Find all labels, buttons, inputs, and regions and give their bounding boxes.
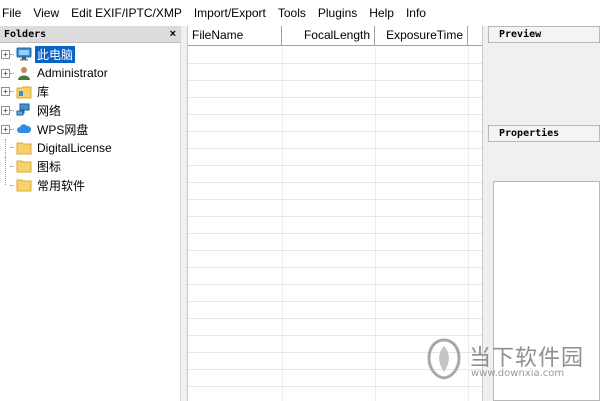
menu-edit-exif[interactable]: Edit EXIF/IPTC/XMP	[65, 0, 188, 26]
folder-tree: + 此电脑 + Administrator + 库 + 网络 + WPS网盘 D…	[0, 43, 180, 195]
folders-panel: Folders × + 此电脑 + Administrator + 库 + 网络…	[0, 26, 181, 401]
column-header-filename[interactable]: FileName	[188, 26, 282, 46]
expand-icon[interactable]: +	[1, 124, 10, 134]
tree-item-library[interactable]: + 库	[0, 82, 180, 101]
computer-icon	[16, 47, 32, 61]
watermark-url: www.downxia.com	[471, 368, 565, 379]
tree-item-icons[interactable]: 图标	[0, 157, 180, 176]
watermark: 当下软件园 www.downxia.com	[425, 338, 600, 388]
user-icon	[16, 66, 32, 81]
folders-panel-title: Folders	[4, 28, 47, 40]
expand-icon[interactable]: +	[1, 49, 10, 59]
folders-panel-header: Folders ×	[0, 26, 180, 43]
preview-panel-title: Preview	[499, 29, 542, 40]
menu-info[interactable]: Info	[400, 0, 432, 26]
watermark-logo-icon	[427, 338, 461, 380]
menu-tools[interactable]: Tools	[272, 0, 312, 26]
tree-item-label: WPS网盘	[37, 122, 89, 137]
network-icon	[16, 103, 32, 117]
tree-item-label: DigitalLicense	[37, 140, 112, 155]
tree-item-label: 网络	[37, 103, 62, 118]
tree-item-label: Administrator	[37, 66, 108, 81]
tree-item-this-pc[interactable]: + 此电脑	[0, 45, 180, 64]
column-header-focallength[interactable]: FocalLength	[282, 26, 375, 46]
menu-plugins[interactable]: Plugins	[312, 0, 363, 26]
column-headers: FileName FocalLength ExposureTime	[188, 26, 482, 46]
tree-item-label: 库	[37, 85, 50, 100]
expand-icon[interactable]: +	[1, 87, 10, 97]
library-folder-icon	[16, 85, 32, 99]
menu-view[interactable]: View	[27, 0, 65, 26]
folder-icon	[16, 141, 32, 155]
expand-icon[interactable]: +	[1, 105, 10, 115]
tree-item-administrator[interactable]: + Administrator	[0, 64, 180, 83]
folder-icon	[16, 178, 32, 192]
properties-panel-title: Properties	[499, 128, 560, 139]
menu-file[interactable]: File	[0, 0, 27, 26]
close-icon[interactable]: ×	[170, 28, 176, 40]
tree-item-label: 此电脑	[35, 45, 76, 63]
tree-item-wps-cloud[interactable]: + WPS网盘	[0, 120, 180, 139]
tree-item-label: 常用软件	[37, 178, 86, 193]
cloud-icon	[16, 122, 32, 136]
tree-item-digitallicense[interactable]: DigitalLicense	[0, 138, 180, 157]
expand-icon[interactable]: +	[1, 68, 10, 78]
menu-import-export[interactable]: Import/Export	[188, 0, 272, 26]
menu-bar: File View Edit EXIF/IPTC/XMP Import/Expo…	[0, 0, 600, 26]
properties-panel-header: Properties	[488, 125, 600, 142]
tree-item-network[interactable]: + 网络	[0, 101, 180, 120]
menu-help[interactable]: Help	[363, 0, 400, 26]
column-header-exposuretime[interactable]: ExposureTime	[375, 26, 468, 46]
folder-icon	[16, 159, 32, 173]
tree-item-label: 图标	[37, 159, 62, 174]
preview-panel-header: Preview	[488, 26, 600, 43]
tree-item-common-software[interactable]: 常用软件	[0, 175, 180, 195]
